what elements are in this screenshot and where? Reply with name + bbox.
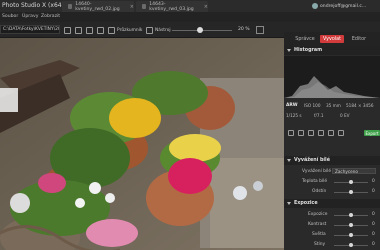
tool-label: Nástroj bbox=[155, 27, 171, 33]
forward-button[interactable] bbox=[75, 26, 82, 34]
image-thumb-icon bbox=[68, 4, 73, 9]
contrast-label: Kontrast bbox=[308, 222, 327, 227]
histogram-graph bbox=[284, 76, 380, 98]
highlights-label: Světla bbox=[312, 232, 326, 237]
app-title: Photo Studio X (x64) bbox=[2, 2, 64, 9]
user-email: ondrejoff@gmail.c... bbox=[320, 3, 367, 9]
highlights-value: 0 bbox=[372, 232, 375, 237]
tint-label: Odstín bbox=[312, 189, 327, 194]
exposure-bias: 0 EV bbox=[340, 113, 350, 118]
star-icon bbox=[146, 26, 153, 34]
shadows-value: 0 bbox=[372, 242, 375, 247]
tint-slider-handle[interactable] bbox=[349, 190, 353, 194]
crop-icon[interactable] bbox=[288, 130, 294, 136]
image-thumb-icon bbox=[142, 4, 147, 9]
shutter-speed: 1/125 s bbox=[286, 113, 302, 118]
wb-label: Vyvážení bílé bbox=[302, 169, 332, 174]
clone-icon[interactable] bbox=[338, 130, 344, 136]
user-account[interactable]: ondrejoff@gmail.c... bbox=[312, 2, 366, 10]
white-balance-title: Vyvážení bílé bbox=[294, 158, 330, 163]
rotate-icon bbox=[86, 26, 93, 34]
collapse-icon bbox=[287, 202, 291, 205]
tab-editor[interactable]: Editor bbox=[348, 35, 370, 43]
photo-preview[interactable] bbox=[0, 38, 284, 250]
mode-tabs: Správce Vyvolat Editor bbox=[284, 32, 380, 46]
temp-label: Teplota bílé bbox=[302, 179, 328, 184]
raw-format-badge: ARW bbox=[286, 103, 298, 108]
title-bar: Photo Studio X (x64) 14640-kvetiny_rwd_0… bbox=[0, 0, 380, 12]
gradient-icon[interactable] bbox=[308, 130, 314, 136]
tab-label: 14643-kvetiny_rwd_03.jpg bbox=[149, 1, 194, 12]
browse-button[interactable]: Průzkumník bbox=[108, 26, 142, 34]
tab-develop[interactable]: Vyvolat bbox=[320, 35, 344, 43]
histogram-header[interactable]: Histogram bbox=[284, 46, 380, 55]
exposure-title: Expozice bbox=[294, 201, 318, 206]
browse-label: Průzkumník bbox=[117, 27, 143, 33]
arrow-right-icon bbox=[75, 26, 82, 34]
tool-button[interactable]: Nástroj bbox=[146, 26, 171, 34]
tab-file-1[interactable]: 14640-kvetiny_rwd_02.jpg × bbox=[62, 1, 134, 12]
temperature-slider-handle[interactable] bbox=[349, 180, 353, 184]
aperture: f/7.1 bbox=[314, 113, 324, 118]
highlights-slider-handle[interactable] bbox=[349, 233, 353, 237]
tab-manager[interactable]: Správce bbox=[294, 35, 316, 43]
tint-value: 0 bbox=[372, 189, 375, 194]
back-button[interactable] bbox=[64, 26, 71, 34]
histogram-title: Histogram bbox=[294, 48, 323, 53]
white-balance-header[interactable]: Vyvážení bílé bbox=[284, 156, 380, 165]
collapse-icon bbox=[287, 49, 291, 52]
collapse-icon bbox=[287, 159, 291, 162]
zoom-slider-handle[interactable] bbox=[197, 27, 203, 33]
exposure-label: Expozice bbox=[308, 212, 328, 217]
photo-image bbox=[0, 38, 284, 250]
trash-icon bbox=[97, 26, 104, 34]
iso-value: ISO 100 bbox=[304, 103, 321, 108]
avatar bbox=[312, 3, 318, 9]
develop-panel: Histogram ARW ISO 100 35 mm 5184 × 3456 … bbox=[284, 46, 380, 250]
rotate-button[interactable] bbox=[86, 26, 93, 34]
menu-zobrazit[interactable]: Zobrazit bbox=[41, 14, 60, 19]
shadows-slider-handle[interactable] bbox=[349, 243, 353, 247]
wb-dropdown[interactable]: Zachyceno bbox=[332, 168, 376, 174]
contrast-slider-handle[interactable] bbox=[349, 223, 353, 227]
exposure-header[interactable]: Expozice bbox=[284, 199, 380, 208]
contrast-value: 0 bbox=[372, 222, 375, 227]
eye-dropper-icon[interactable] bbox=[318, 130, 324, 136]
folder-icon bbox=[108, 26, 115, 34]
close-icon[interactable]: × bbox=[204, 4, 208, 10]
temperature-value: 0 bbox=[372, 179, 375, 184]
arrow-left-icon bbox=[64, 26, 71, 34]
exposure-value: 0 bbox=[372, 212, 375, 217]
tab-label: 14640-kvetiny_rwd_02.jpg bbox=[75, 1, 120, 12]
menu-soubor[interactable]: Soubor bbox=[2, 14, 18, 19]
menu-upravy[interactable]: Úpravy bbox=[22, 14, 38, 19]
histogram bbox=[284, 56, 380, 98]
export-button[interactable]: Export bbox=[364, 130, 380, 136]
zoom-value: 20 % bbox=[238, 27, 250, 32]
image-dimensions: 5184 × 3456 bbox=[346, 103, 374, 108]
fit-view-button[interactable] bbox=[256, 26, 264, 34]
brush-icon[interactable] bbox=[298, 130, 304, 136]
path-field[interactable]: C:\DATA\Fotky\KVETINY\2017 bbox=[0, 25, 60, 34]
tab-file-2[interactable]: 14643-kvetiny_rwd_03.jpg × bbox=[136, 1, 208, 12]
focal-length: 35 mm bbox=[326, 103, 341, 108]
close-icon[interactable]: × bbox=[130, 4, 134, 10]
exposure-slider-handle[interactable] bbox=[349, 213, 353, 217]
shadows-label: Stíny bbox=[314, 242, 326, 247]
menu-bar: Soubor Úpravy Zobrazit bbox=[0, 12, 380, 22]
redeye-icon[interactable] bbox=[328, 130, 334, 136]
delete-button[interactable] bbox=[97, 26, 104, 34]
